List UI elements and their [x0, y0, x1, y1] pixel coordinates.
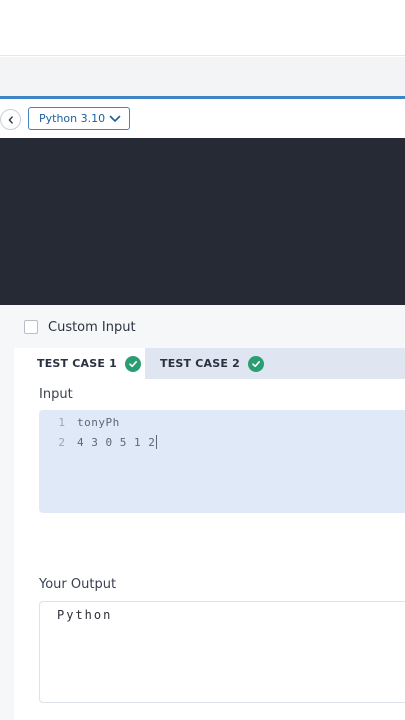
input-line: 2 4 3 0 5 1 2 [39, 432, 158, 452]
code-editor[interactable] [0, 138, 405, 305]
check-circle-icon [247, 355, 264, 372]
output-heading: Your Output [39, 577, 117, 592]
language-select-label: Python 3.10 [39, 112, 106, 125]
tab-label: TEST CASE 2 [160, 357, 240, 370]
chevron-left-icon [8, 115, 13, 124]
input-heading: Input [39, 387, 73, 402]
output-text: Python [57, 608, 113, 622]
tab-test-case-2[interactable]: TEST CASE 2 [145, 348, 405, 379]
output-viewer: Python [39, 601, 405, 703]
custom-input-checkbox[interactable] [24, 320, 38, 334]
header-band [0, 57, 405, 96]
custom-input-option[interactable]: Custom Input [24, 318, 136, 336]
input-line: 1 tonyPh [39, 412, 120, 432]
test-case-tabs: TEST CASE 1 TEST CASE 2 [14, 348, 405, 379]
line-text: 4 3 0 5 1 2 [77, 435, 156, 449]
line-text: tonyPh [77, 415, 120, 429]
line-number: 2 [58, 435, 65, 449]
top-bar [0, 0, 405, 56]
collapse-button[interactable] [0, 109, 21, 130]
editor-toolbar: Python 3.10 [0, 99, 405, 138]
custom-input-label: Custom Input [48, 319, 136, 335]
line-number: 1 [58, 415, 65, 429]
tab-test-case-1[interactable]: TEST CASE 1 [14, 348, 145, 379]
language-select[interactable]: Python 3.10 [28, 107, 130, 130]
input-viewer[interactable]: 1 tonyPh 2 4 3 0 5 1 2 [39, 410, 405, 513]
check-circle-icon [124, 355, 141, 372]
text-cursor [156, 435, 158, 449]
tab-label: TEST CASE 1 [37, 357, 117, 370]
chevron-down-icon [109, 115, 121, 122]
